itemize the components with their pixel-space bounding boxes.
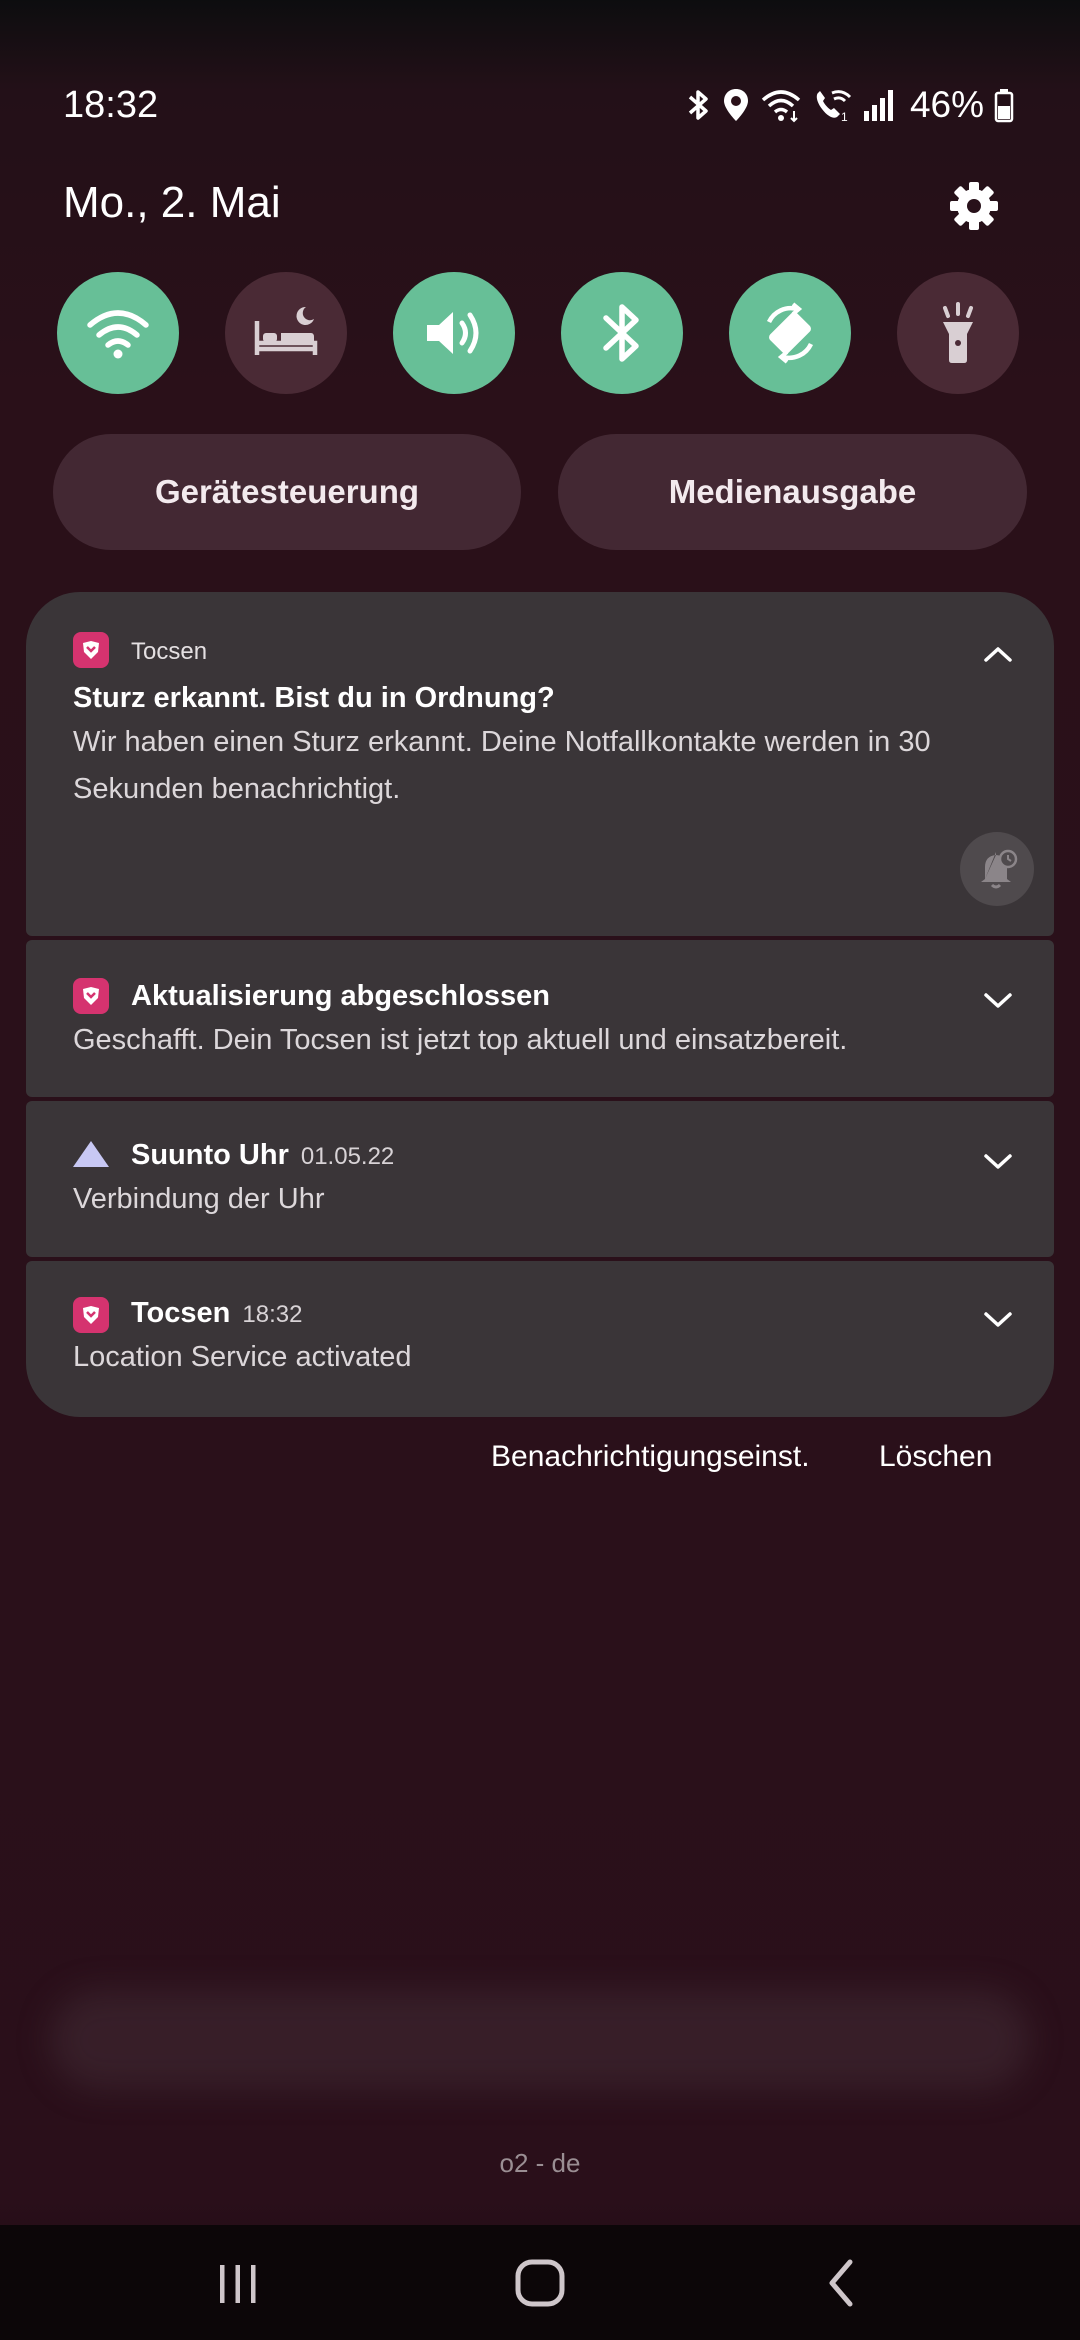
recent-apps-icon bbox=[220, 2265, 256, 2303]
suunto-app-icon bbox=[73, 1141, 109, 1167]
notification-title: Sturz erkannt. Bist du in Ordnung? bbox=[73, 682, 555, 714]
notification-title: Suunto Uhr 01.05.22 bbox=[131, 1139, 394, 1172]
bluetooth-icon bbox=[688, 90, 708, 120]
notification-app-name: Tocsen bbox=[131, 1297, 231, 1329]
back-button[interactable] bbox=[812, 2253, 872, 2313]
notification-body: Location Service activated bbox=[73, 1341, 412, 1373]
sleep-mode-icon bbox=[254, 306, 318, 355]
qs-flashlight-toggle[interactable] bbox=[897, 272, 1019, 394]
auto-rotate-icon bbox=[766, 302, 814, 364]
blurred-background-bar bbox=[50, 1990, 1030, 2090]
notification-body: Verbindung der Uhr bbox=[73, 1183, 325, 1215]
svg-text:1: 1 bbox=[841, 110, 848, 123]
signal-icon bbox=[863, 90, 893, 121]
chevron-down-icon[interactable] bbox=[980, 1307, 1016, 1331]
notification-card-location[interactable]: Tocsen 18:32 Location Service activated bbox=[26, 1261, 1054, 1417]
bluetooth-icon bbox=[603, 304, 639, 362]
notification-card-update[interactable]: Aktualisierung abgeschlossen Geschafft. … bbox=[26, 940, 1054, 1097]
notification-body: Wir haben einen Sturz erkannt. Deine Not… bbox=[73, 726, 931, 805]
battery-percent: 46% bbox=[909, 84, 984, 125]
home-icon bbox=[515, 2259, 565, 2307]
notification-stack: Tocsen Sturz erkannt. Bist du in Ordnung… bbox=[26, 592, 1054, 1417]
qs-auto-rotate-toggle[interactable] bbox=[729, 272, 851, 394]
wifi-calling-icon: 1 bbox=[816, 90, 851, 123]
notification-card-fall-detected[interactable]: Tocsen Sturz erkannt. Bist du in Ordnung… bbox=[26, 592, 1054, 936]
notification-body: Geschafft. Dein Tocsen ist jetzt top akt… bbox=[73, 1024, 848, 1056]
snooze-bell-icon bbox=[981, 849, 1018, 889]
carrier-label: o2 - de bbox=[499, 2148, 581, 2178]
recent-apps-button[interactable] bbox=[208, 2253, 268, 2313]
chevron-down-icon[interactable] bbox=[980, 1149, 1016, 1173]
date-label: Mo., 2. Mai bbox=[63, 178, 281, 227]
flashlight-icon bbox=[943, 302, 973, 363]
home-button[interactable] bbox=[510, 2253, 570, 2313]
notification-card-suunto[interactable]: Suunto Uhr 01.05.22 Verbindung der Uhr bbox=[26, 1101, 1054, 1257]
quick-settings-row bbox=[57, 272, 1023, 394]
notification-settings-button[interactable]: Benachrichtigungseinst. bbox=[491, 1440, 810, 1474]
gear-icon[interactable] bbox=[946, 178, 1002, 234]
location-icon bbox=[723, 89, 748, 121]
tocsen-app-icon bbox=[73, 1297, 109, 1333]
sound-icon bbox=[427, 312, 479, 354]
back-icon bbox=[829, 2259, 853, 2307]
notification-app-name: Suunto Uhr bbox=[131, 1139, 289, 1171]
device-control-button[interactable]: Gerätesteuerung bbox=[53, 434, 521, 550]
navigation-bar bbox=[0, 2225, 1080, 2340]
clear-all-button[interactable]: Löschen bbox=[879, 1440, 992, 1474]
notification-time: 01.05.22 bbox=[300, 1143, 395, 1170]
qs-sound-toggle[interactable] bbox=[393, 272, 515, 394]
notification-title: Aktualisierung abgeschlossen bbox=[131, 980, 551, 1012]
tocsen-app-icon bbox=[73, 632, 109, 668]
qs-bluetooth-toggle[interactable] bbox=[561, 272, 683, 394]
snooze-button[interactable] bbox=[960, 832, 1034, 906]
status-time: 18:32 bbox=[63, 84, 159, 126]
qs-wifi-toggle[interactable] bbox=[57, 272, 179, 394]
chevron-up-icon[interactable] bbox=[980, 642, 1016, 666]
status-icons: 1 46% bbox=[686, 80, 1014, 130]
qs-sleep-mode-toggle[interactable] bbox=[225, 272, 347, 394]
notification-title: Tocsen 18:32 bbox=[131, 1297, 302, 1330]
wifi-icon bbox=[761, 90, 801, 123]
tocsen-app-icon bbox=[73, 978, 109, 1014]
media-output-button[interactable]: Medienausgabe bbox=[558, 434, 1027, 550]
notification-actions: Benachrichtigungseinst. Löschen bbox=[0, 1440, 1080, 1480]
chevron-down-icon[interactable] bbox=[980, 988, 1016, 1012]
battery-icon bbox=[994, 89, 1014, 123]
status-bar: 18:32 1 46% bbox=[0, 0, 1080, 160]
notification-app-name: Tocsen bbox=[131, 638, 208, 665]
notification-time: 18:32 bbox=[242, 1301, 303, 1328]
wifi-icon bbox=[87, 310, 149, 359]
